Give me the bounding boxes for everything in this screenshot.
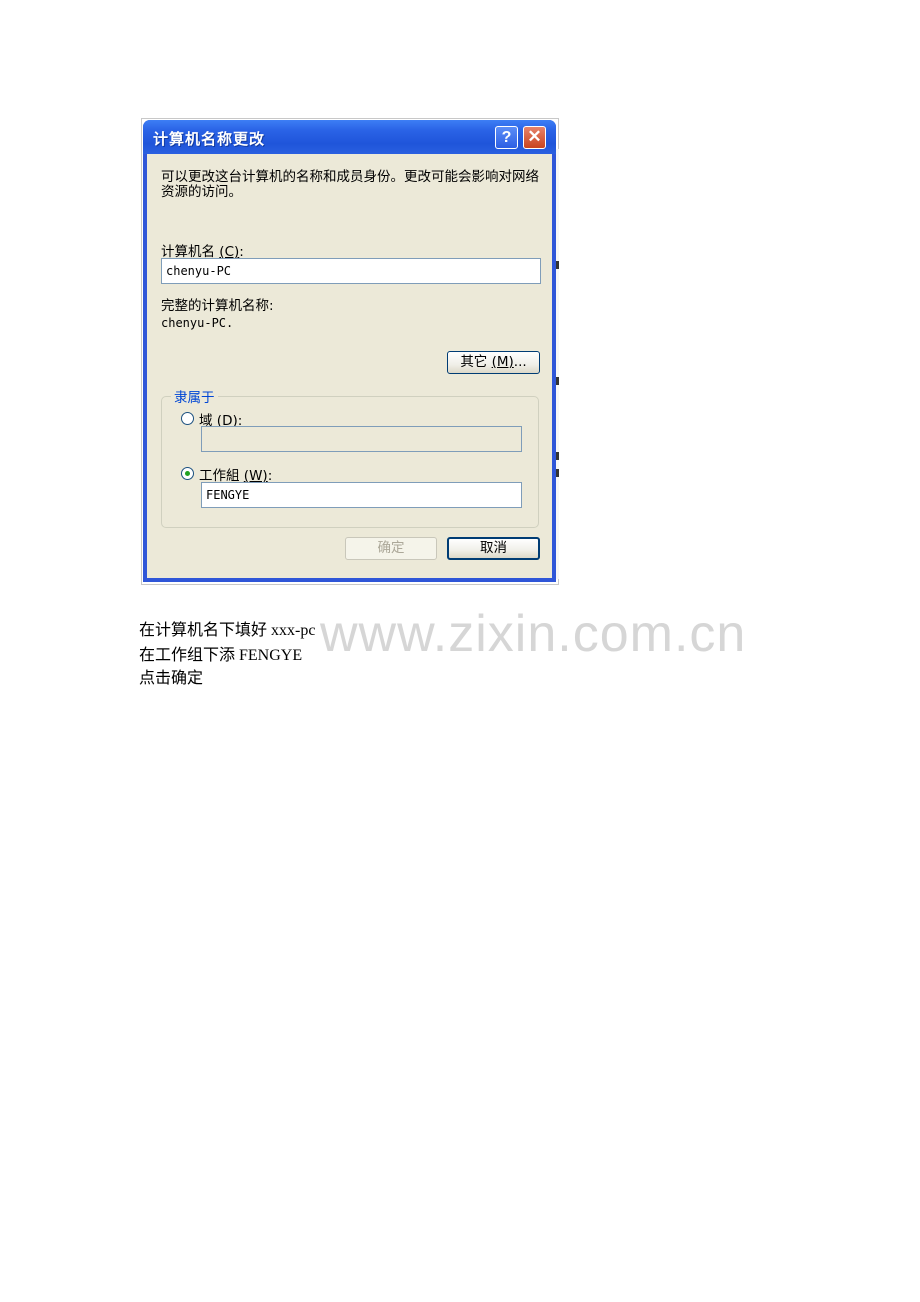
instruction-line-3: 点击确定: [139, 670, 204, 687]
help-button[interactable]: ?: [495, 126, 518, 149]
background-window-edge: [556, 149, 559, 579]
full-name-value: chenyu-PC.: [161, 316, 234, 330]
close-button[interactable]: ✕: [523, 126, 546, 149]
dialog-body: 可以更改这台计算机的名称和成员身份。更改可能会影响对网络资源的访问。 计算机名 …: [147, 154, 552, 578]
cancel-button[interactable]: 取消: [447, 537, 540, 560]
workgroup-input[interactable]: FENGYE: [201, 482, 522, 508]
radio-selected-dot: [185, 471, 190, 476]
computer-name-dialog: 计算机名称更改 ? ✕ 可以更改这台计算机的名称和成员身份。更改可能会影响对网络…: [143, 120, 556, 582]
dialog-screenshot: 计算机名称更改 ? ✕ 可以更改这台计算机的名称和成员身份。更改可能会影响对网络…: [141, 118, 559, 585]
more-button[interactable]: 其它 (M)...: [447, 351, 540, 374]
instruction-line-2: 在工作组下添 FENGYE: [139, 647, 303, 664]
workgroup-label: 工作組 (W):: [199, 468, 273, 484]
close-x-icon: ✕: [527, 127, 542, 146]
question-mark-icon: ?: [501, 129, 512, 146]
ok-button[interactable]: 确定: [345, 537, 437, 560]
full-name-label: 完整的计算机名称:: [161, 298, 274, 314]
watermark: www.zixin.com.cn: [320, 605, 747, 663]
computer-name-label: 计算机名 (C):: [161, 244, 244, 260]
instruction-line-1: 在计算机名下填好 xxx-pc: [139, 622, 316, 639]
description-text: 可以更改这台计算机的名称和成员身份。更改可能会影响对网络资源的访问。: [161, 169, 539, 200]
workgroup-radio[interactable]: [181, 467, 194, 480]
domain-radio[interactable]: [181, 412, 194, 425]
member-of-title: 隶属于: [171, 386, 218, 406]
computer-name-input[interactable]: chenyu-PC: [161, 258, 541, 284]
domain-input[interactable]: [201, 426, 522, 452]
dialog-title: 计算机名称更改: [153, 130, 266, 148]
title-bar: 计算机名称更改 ? ✕: [143, 120, 556, 154]
